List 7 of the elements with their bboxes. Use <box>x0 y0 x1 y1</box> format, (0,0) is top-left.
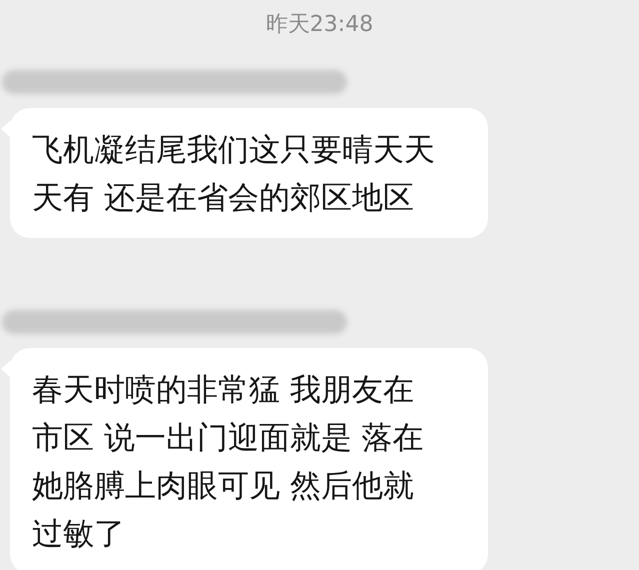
message-text: 天有 还是在省会的郊区地区 <box>32 179 415 218</box>
timestamp: 昨天23:48 <box>264 11 374 39</box>
message-text: 过敏了 <box>32 515 126 554</box>
message-text: 她胳膊上肉眼可见 然后他就 <box>32 467 415 506</box>
message-text: 飞机凝结尾我们这只要晴天天 <box>32 131 436 170</box>
message-text: 市区 说一出门迎面就是 落在 <box>32 419 425 458</box>
message-text: 春天时喷的非常猛 我朋友在 <box>32 371 415 410</box>
